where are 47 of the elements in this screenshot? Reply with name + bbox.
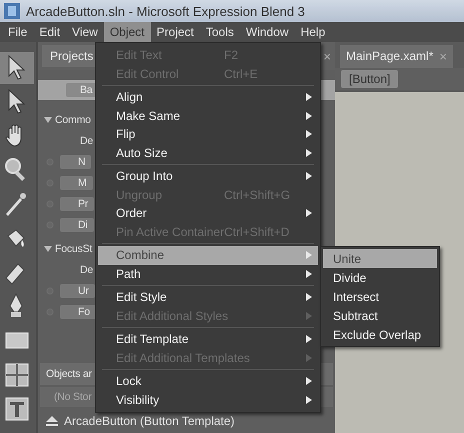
menu-item[interactable]: Align bbox=[98, 88, 318, 106]
menu-item[interactable]: Edit bbox=[33, 22, 66, 42]
group-name: FocusSt bbox=[55, 242, 92, 254]
expand-triangle-icon[interactable] bbox=[44, 116, 52, 124]
menu-item[interactable]: Order bbox=[98, 204, 318, 222]
scope-up-icon[interactable] bbox=[46, 416, 58, 426]
default-state[interactable]: De bbox=[80, 264, 94, 276]
menu-item[interactable]: Make Same bbox=[98, 106, 318, 125]
menu-item[interactable]: View bbox=[66, 22, 104, 42]
app-icon bbox=[4, 3, 20, 19]
menu-item[interactable]: Flip bbox=[98, 125, 318, 144]
document-tab[interactable]: MainPage.xaml* × bbox=[340, 45, 453, 68]
menu-item[interactable]: Exclude Overlap bbox=[323, 325, 437, 344]
menu-item[interactable]: Auto Size bbox=[98, 144, 318, 162]
tab-label: MainPage.xaml* bbox=[346, 49, 434, 64]
close-icon[interactable]: × bbox=[323, 48, 331, 64]
menu-item[interactable]: Unite bbox=[323, 249, 437, 268]
menu-item[interactable]: Group Into bbox=[98, 167, 318, 186]
menu-item[interactable]: Visibility bbox=[98, 390, 318, 409]
menu-item[interactable]: Path bbox=[98, 264, 318, 283]
menu-item[interactable]: Edit Style bbox=[98, 288, 318, 306]
default-state[interactable]: De bbox=[80, 134, 94, 146]
state-button[interactable]: M bbox=[60, 176, 93, 190]
state-button[interactable]: Fo bbox=[60, 304, 96, 318]
state-button[interactable]: N bbox=[60, 154, 92, 168]
menu-item[interactable]: Help bbox=[294, 22, 332, 42]
panel-title: Objects ar bbox=[46, 368, 92, 380]
menu-item[interactable]: Subtract bbox=[323, 306, 437, 325]
state-button[interactable]: Di bbox=[60, 218, 94, 232]
window-title: ArcadeButton.sln - Microsoft Expression Blend 3 bbox=[26, 4, 305, 18]
scope-label: ArcadeButton (Button Template) bbox=[64, 414, 235, 428]
state-button[interactable]: Pr bbox=[60, 196, 94, 210]
group-name: Commo bbox=[55, 114, 91, 126]
state-button[interactable]: Ur bbox=[60, 284, 95, 298]
menu-item[interactable]: File bbox=[2, 22, 34, 42]
menu-item[interactable]: Divide bbox=[323, 268, 437, 287]
breadcrumb-item[interactable]: [Button] bbox=[341, 70, 398, 88]
select-tool-icon[interactable] bbox=[0, 52, 34, 84]
menu-item[interactable]: Object bbox=[104, 22, 151, 42]
expand-triangle-icon[interactable] bbox=[44, 244, 52, 252]
menu-item[interactable]: Edit Template bbox=[98, 330, 318, 348]
menu-item[interactable]: Lock bbox=[98, 372, 318, 390]
menu-item[interactable]: Project bbox=[150, 22, 200, 42]
menu-item[interactable]: Tools bbox=[200, 22, 240, 42]
menu-item[interactable]: Intersect bbox=[323, 287, 437, 306]
menu-item[interactable]: Combine bbox=[98, 246, 318, 264]
menu-item[interactable]: Window bbox=[240, 22, 295, 42]
